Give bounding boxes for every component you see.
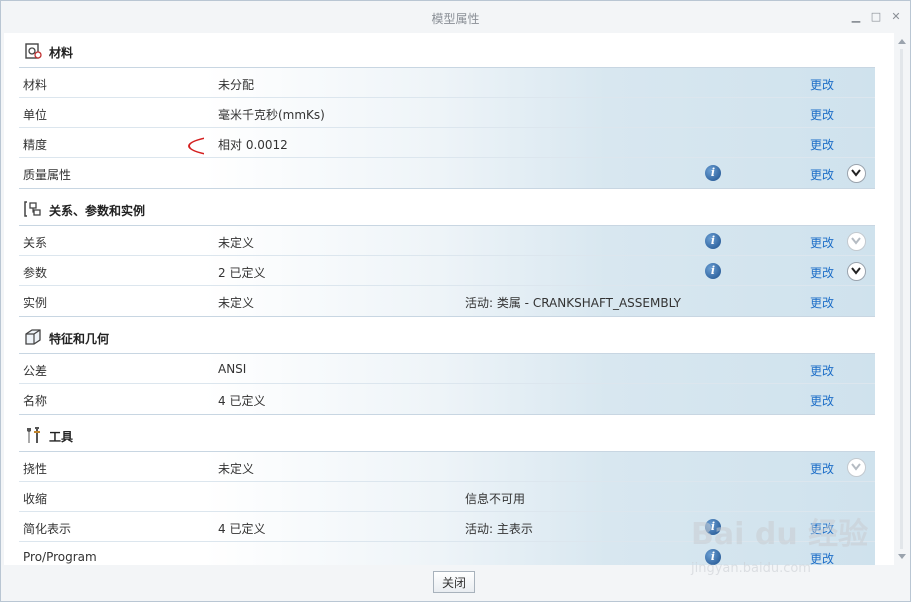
- property-row: 公差 ANSI 更改: [19, 354, 875, 384]
- section-end-divider: [19, 316, 875, 317]
- property-row: Pro/Program i 更改: [19, 542, 875, 565]
- expand-chevron-icon[interactable]: [847, 164, 866, 183]
- property-row: 简化表示 4 已定义 活动: 主表示 i 更改: [19, 512, 875, 542]
- section-title: 材料: [49, 46, 74, 60]
- scroll-down-arrow-icon[interactable]: [898, 554, 906, 559]
- property-row: 质量属性 i 更改: [19, 158, 875, 188]
- property-value: 未分配: [218, 78, 255, 92]
- property-label: 材料: [23, 78, 48, 92]
- property-row: 单位 毫米千克秒(mmKs) 更改: [19, 98, 875, 128]
- property-label: 精度: [23, 138, 48, 152]
- expand-chevron-icon[interactable]: [847, 262, 866, 281]
- property-label: 收缩: [23, 492, 48, 506]
- property-row: 参数 2 已定义 i 更改: [19, 256, 875, 286]
- change-link[interactable]: 更改: [810, 264, 834, 281]
- change-link[interactable]: 更改: [810, 136, 834, 153]
- change-link[interactable]: 更改: [810, 392, 834, 409]
- property-label: 单位: [23, 108, 48, 122]
- title-bar: 模型属性 ▁ □ ✕: [1, 1, 910, 33]
- property-status: 活动: 类属 - CRANKSHAFT_ASSEMBLY: [465, 296, 682, 310]
- property-row: 名称 4 已定义 更改: [19, 384, 875, 414]
- scroll-up-arrow-icon[interactable]: [898, 39, 906, 44]
- property-label: Pro/Program: [23, 550, 97, 564]
- close-window-button[interactable]: ✕: [889, 10, 903, 24]
- section-title: 特征和几何: [49, 332, 110, 346]
- minimize-button[interactable]: ▁: [849, 10, 863, 24]
- property-value: 4 已定义: [218, 394, 266, 408]
- section-end-divider: [19, 414, 875, 415]
- property-value: 未定义: [218, 462, 255, 476]
- change-link[interactable]: 更改: [810, 76, 834, 93]
- info-icon[interactable]: i: [705, 263, 721, 279]
- change-link[interactable]: 更改: [810, 106, 834, 123]
- change-link[interactable]: 更改: [810, 550, 834, 565]
- property-value: 未定义: [218, 236, 255, 250]
- property-label: 简化表示: [23, 522, 72, 536]
- info-icon[interactable]: i: [705, 165, 721, 181]
- section-header: 特征和几何: [19, 320, 875, 354]
- property-value: 相对 0.0012: [218, 138, 288, 152]
- expand-chevron-icon[interactable]: [847, 232, 866, 251]
- property-label: 名称: [23, 394, 48, 408]
- change-link[interactable]: 更改: [810, 294, 834, 311]
- property-row: 收缩 信息不可用: [19, 482, 875, 512]
- property-value: ANSI: [218, 362, 247, 376]
- property-label: 质量属性: [23, 168, 72, 182]
- relations-icon: [22, 200, 44, 218]
- expand-chevron-icon[interactable]: [847, 458, 866, 477]
- scrollbar-track[interactable]: [900, 49, 903, 549]
- material-icon: [22, 42, 44, 60]
- property-row: 实例 未定义 活动: 类属 - CRANKSHAFT_ASSEMBLY 更改: [19, 286, 875, 316]
- property-label: 实例: [23, 296, 48, 310]
- feature-geometry-icon: [22, 328, 44, 346]
- section-header: 关系、参数和实例: [19, 192, 875, 226]
- tools-icon: [22, 426, 44, 444]
- property-value: 2 已定义: [218, 266, 266, 280]
- info-icon[interactable]: i: [705, 233, 721, 249]
- change-link[interactable]: 更改: [810, 166, 834, 183]
- info-icon[interactable]: i: [705, 519, 721, 535]
- property-value: 4 已定义: [218, 522, 266, 536]
- property-row: 挠性 未定义 更改: [19, 452, 875, 482]
- property-row: 材料 未分配 更改: [19, 68, 875, 98]
- property-label: 挠性: [23, 462, 48, 476]
- change-link[interactable]: 更改: [810, 520, 834, 537]
- property-row: 关系 未定义 i 更改: [19, 226, 875, 256]
- section-title: 关系、参数和实例: [49, 204, 146, 218]
- section-header: 材料: [19, 34, 875, 68]
- property-label: 公差: [23, 364, 48, 378]
- vertical-scrollbar[interactable]: [894, 33, 910, 565]
- model-properties-window: 模型属性 ▁ □ ✕ 材料 材料 未分配 更改 单位 毫米千克秒(mmKs) 更改 精度 相对 …: [0, 0, 911, 602]
- section-header: 工具: [19, 418, 875, 452]
- property-label: 参数: [23, 266, 48, 280]
- close-button[interactable]: 关闭: [433, 571, 475, 593]
- property-status: 信息不可用: [465, 492, 526, 506]
- property-row: 精度 相对 0.0012 更改: [19, 128, 875, 158]
- info-icon[interactable]: i: [705, 549, 721, 565]
- change-link[interactable]: 更改: [810, 362, 834, 379]
- change-link[interactable]: 更改: [810, 460, 834, 477]
- window-title: 模型属性: [431, 12, 480, 26]
- dialog-footer: 关闭: [1, 565, 910, 601]
- properties-panel: 材料 材料 未分配 更改 单位 毫米千克秒(mmKs) 更改 精度 相对 0.0012 更改 质量属…: [4, 33, 894, 565]
- section-end-divider: [19, 188, 875, 189]
- property-label: 关系: [23, 236, 48, 250]
- change-link[interactable]: 更改: [810, 234, 834, 251]
- maximize-button[interactable]: □: [869, 10, 883, 24]
- property-value: 毫米千克秒(mmKs): [218, 108, 325, 122]
- section-title: 工具: [49, 430, 74, 444]
- property-value: 未定义: [218, 296, 255, 310]
- property-status: 活动: 主表示: [465, 522, 533, 536]
